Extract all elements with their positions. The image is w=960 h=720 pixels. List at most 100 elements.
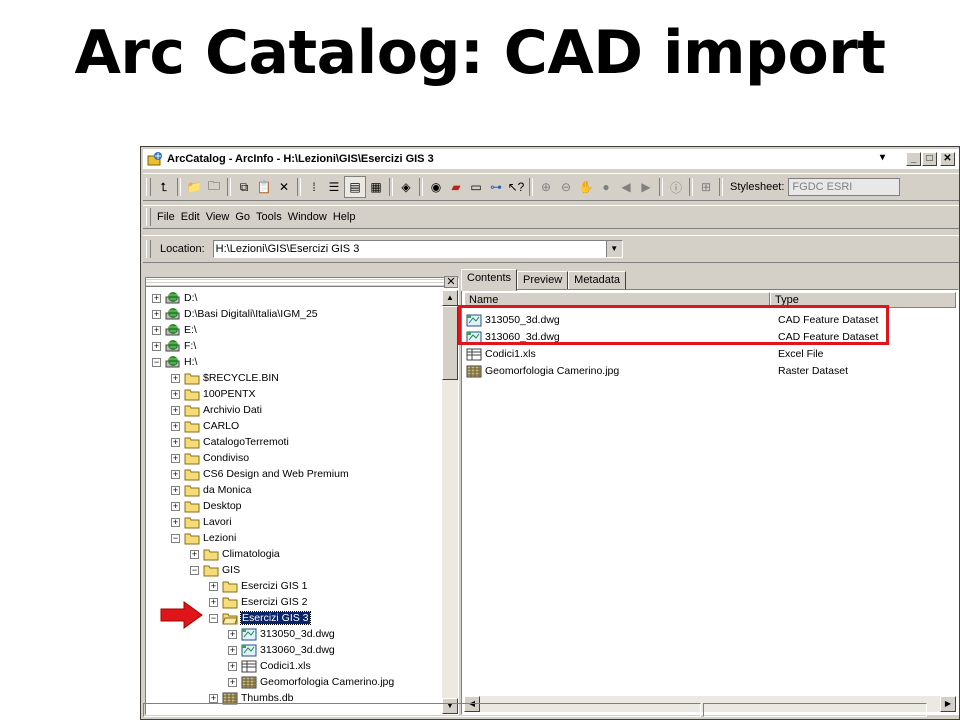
- whats-this-icon[interactable]: ↖?: [506, 177, 526, 197]
- expand-icon[interactable]: +: [171, 389, 180, 399]
- tree-item[interactable]: + E:\: [152, 322, 197, 338]
- expand-icon[interactable]: +: [171, 437, 180, 447]
- thumbnails-icon[interactable]: ▦: [366, 177, 386, 197]
- maximize-button[interactable]: □: [922, 152, 937, 166]
- expand-icon[interactable]: +: [228, 661, 237, 671]
- tree-item[interactable]: + D:\Basi Digitali\Italia\IGM_25: [152, 306, 318, 322]
- expand-icon[interactable]: +: [171, 501, 180, 511]
- tree-item[interactable]: + da Monica: [171, 482, 251, 498]
- paste-icon[interactable]: 📋: [254, 177, 274, 197]
- chevron-down-icon[interactable]: ▼: [605, 241, 622, 257]
- scroll-up-icon[interactable]: ▲: [442, 290, 458, 306]
- collapse-icon[interactable]: −: [190, 565, 199, 575]
- pan-icon[interactable]: ✋: [576, 177, 596, 197]
- content-row[interactable]: Geomorfologia Camerino.jpg: [466, 363, 619, 379]
- tab-metadata[interactable]: Metadata: [568, 271, 627, 291]
- arctoolbox-icon[interactable]: ▰: [446, 177, 466, 197]
- toolbar-grip[interactable]: [146, 178, 151, 196]
- tree-item[interactable]: − Lezioni: [171, 530, 236, 546]
- copy-icon[interactable]: ⧉: [234, 177, 254, 197]
- scroll-thumb[interactable]: [442, 306, 458, 380]
- expand-icon[interactable]: +: [190, 549, 199, 559]
- menu-edit[interactable]: Edit: [178, 211, 203, 223]
- expand-icon[interactable]: +: [152, 341, 161, 351]
- tree-item[interactable]: + Desktop: [171, 498, 242, 514]
- expand-icon[interactable]: +: [228, 629, 237, 639]
- tree-item[interactable]: − H:\: [152, 354, 197, 370]
- expand-icon[interactable]: +: [152, 293, 161, 303]
- menu-go[interactable]: Go: [232, 211, 253, 223]
- back-extent-icon[interactable]: ◀: [616, 177, 636, 197]
- tree-item[interactable]: + D:\: [152, 290, 197, 306]
- expand-icon[interactable]: +: [171, 373, 180, 383]
- tree-item[interactable]: + Esercizi GIS 2: [209, 594, 308, 610]
- tree-item[interactable]: +100PENTX: [171, 386, 256, 402]
- tree-item[interactable]: + Archivio Dati: [171, 402, 262, 418]
- menu-tools[interactable]: Tools: [253, 211, 285, 223]
- menu-view[interactable]: View: [203, 211, 233, 223]
- connect-folder-icon[interactable]: 📁: [184, 177, 204, 197]
- list-icon[interactable]: ☰: [324, 177, 344, 197]
- identify-icon[interactable]: ⓘ: [666, 177, 686, 197]
- tree-item[interactable]: + F:\: [152, 338, 196, 354]
- command-line-icon[interactable]: ▭: [466, 177, 486, 197]
- tree-item[interactable]: + Climatologia: [190, 546, 280, 562]
- location-input[interactable]: H:\Lezioni\GIS\Esercizi GIS 3 ▼: [212, 240, 623, 258]
- zoom-in-icon[interactable]: ⊕: [536, 177, 556, 197]
- up-one-level-icon[interactable]: ⮤: [154, 177, 174, 197]
- collapse-icon[interactable]: −: [152, 357, 161, 367]
- tree-item[interactable]: + Lavori: [171, 514, 232, 530]
- stylesheet-select[interactable]: FGDC ESRI: [788, 178, 901, 196]
- menu-file[interactable]: File: [154, 211, 178, 223]
- menu-grip[interactable]: [146, 208, 151, 226]
- location-grip[interactable]: [146, 240, 151, 258]
- close-icon[interactable]: ✕: [444, 276, 458, 288]
- expand-icon[interactable]: +: [228, 645, 237, 655]
- minimize-button[interactable]: _: [906, 152, 921, 166]
- forward-extent-icon[interactable]: ▶: [636, 177, 656, 197]
- search-icon[interactable]: ◉: [426, 177, 446, 197]
- tree-item[interactable]: + Condiviso: [171, 450, 249, 466]
- expand-icon[interactable]: +: [171, 453, 180, 463]
- tree-item[interactable]: + Codici1.xls: [228, 658, 311, 674]
- tree-item[interactable]: − GIS: [190, 562, 240, 578]
- expand-icon[interactable]: +: [171, 405, 180, 415]
- disconnect-folder-icon[interactable]: 🗀: [204, 177, 224, 197]
- collapse-icon[interactable]: −: [171, 533, 180, 543]
- model-builder-icon[interactable]: ⊶: [486, 177, 506, 197]
- zoom-out-icon[interactable]: ⊖: [556, 177, 576, 197]
- tree-scrollbar[interactable]: ▲ ▼: [442, 290, 458, 714]
- tree-item[interactable]: + CS6 Design and Web Premium: [171, 466, 349, 482]
- expand-icon[interactable]: +: [152, 325, 161, 335]
- title-menu-button[interactable]: ▾: [875, 152, 890, 166]
- details-icon[interactable]: ▤: [344, 176, 366, 198]
- expand-icon[interactable]: +: [152, 309, 161, 319]
- full-extent-icon[interactable]: ●: [596, 177, 616, 197]
- tree-item[interactable]: − Esercizi GIS 3: [209, 610, 311, 626]
- expand-icon[interactable]: +: [171, 517, 180, 527]
- collapse-icon[interactable]: −: [209, 613, 218, 623]
- expand-icon[interactable]: +: [209, 581, 218, 591]
- tab-contents[interactable]: Contents: [461, 269, 518, 291]
- content-row[interactable]: Codici1.xls: [466, 346, 536, 362]
- launch-arcmap-icon[interactable]: ◈: [396, 177, 416, 197]
- tab-preview[interactable]: Preview: [517, 271, 569, 291]
- tree-item[interactable]: + Esercizi GIS 1: [209, 578, 308, 594]
- expand-icon[interactable]: +: [171, 469, 180, 479]
- tree-item[interactable]: +313050_3d.dwg: [228, 626, 335, 642]
- tree-item[interactable]: + CARLO: [171, 418, 239, 434]
- close-button[interactable]: ✕: [940, 152, 955, 166]
- expand-icon[interactable]: +: [228, 677, 237, 687]
- expand-icon[interactable]: +: [209, 597, 218, 607]
- menu-help[interactable]: Help: [330, 211, 359, 223]
- expand-icon[interactable]: +: [171, 421, 180, 431]
- create-thumbnail-icon[interactable]: ⊞: [696, 177, 716, 197]
- tree-item[interactable]: + $RECYCLE.BIN: [171, 370, 279, 386]
- expand-icon[interactable]: +: [171, 485, 180, 495]
- tree-item[interactable]: +313060_3d.dwg: [228, 642, 335, 658]
- tree-item[interactable]: + Geomorfologia Camerino.jpg: [228, 674, 394, 690]
- menu-window[interactable]: Window: [285, 211, 330, 223]
- delete-icon[interactable]: ✕: [274, 177, 294, 197]
- tree-item[interactable]: + CatalogoTerremoti: [171, 434, 289, 450]
- large-icons-icon[interactable]: ⁞: [304, 177, 324, 197]
